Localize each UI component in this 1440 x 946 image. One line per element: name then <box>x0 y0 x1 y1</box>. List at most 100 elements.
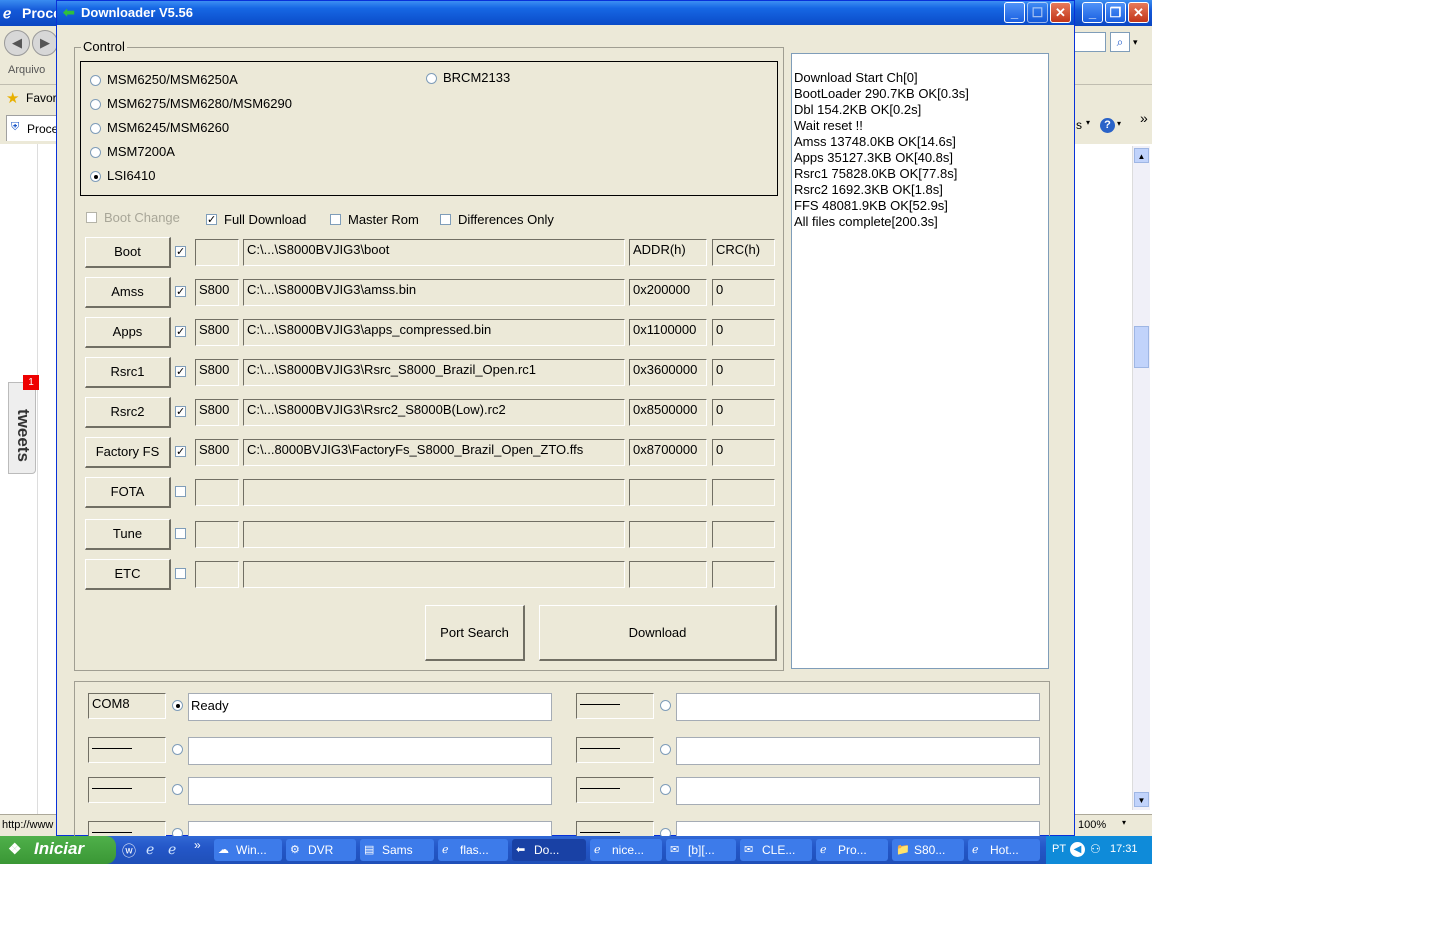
browser-minimize-button[interactable]: _ <box>1082 2 1103 23</box>
file-enable-checkbox[interactable]: ✓ <box>175 446 186 458</box>
file-addr-field[interactable]: 0x3600000 <box>629 359 707 386</box>
taskbar-button[interactable]: ℯ Hot... <box>968 839 1040 861</box>
file-path-field[interactable] <box>243 479 625 506</box>
file-prefix-field[interactable]: S800 <box>195 439 239 466</box>
port-name-field[interactable] <box>576 693 654 719</box>
file-button-rsrc2[interactable]: Rsrc2 <box>85 397 171 428</box>
file-addr-field[interactable]: 0x8700000 <box>629 439 707 466</box>
file-enable-checkbox[interactable]: ✓ <box>175 326 186 338</box>
download-button[interactable]: Download <box>539 605 777 661</box>
start-button[interactable]: ❖ Iniciar <box>0 836 116 864</box>
file-crc-field[interactable]: 0 <box>712 439 775 466</box>
file-button-rsrc1[interactable]: Rsrc1 <box>85 357 171 388</box>
downloader-titlebar[interactable]: ⬅ Downloader V5.56 _ ☐ ✕ <box>57 1 1074 25</box>
file-prefix-field[interactable]: S800 <box>195 359 239 386</box>
back-icon[interactable]: ◀ <box>4 30 30 56</box>
port-search-button[interactable]: Port Search <box>425 605 525 661</box>
file-button-fota[interactable]: FOTA <box>85 477 171 508</box>
scroll-up-icon[interactable]: ▲ <box>1134 148 1149 163</box>
tray-network-icon[interactable]: ⚇ <box>1090 842 1101 856</box>
taskbar-button[interactable]: ⬅ Do... <box>512 839 586 861</box>
toolbar-safety-label[interactable]: s <box>1076 118 1082 132</box>
file-crc-field[interactable]: 0 <box>712 319 775 346</box>
file-button-boot[interactable]: Boot <box>85 237 171 268</box>
zoom-level[interactable]: 100% <box>1078 819 1106 831</box>
port-radio[interactable] <box>660 784 671 795</box>
taskbar-button[interactable]: ⚙ DVR <box>286 839 356 861</box>
file-button-apps[interactable]: Apps <box>85 317 171 348</box>
port-name-field[interactable] <box>576 777 654 803</box>
browser-close-button[interactable]: ✕ <box>1128 2 1149 23</box>
taskbar-button[interactable]: ℯ Pro... <box>816 839 888 861</box>
file-crc-field[interactable]: 0 <box>712 359 775 386</box>
help-dropdown-icon[interactable]: ▾ <box>1117 119 1121 128</box>
file-crc-field[interactable] <box>712 561 775 588</box>
scroll-down-icon[interactable]: ▼ <box>1134 792 1149 807</box>
taskbar-button[interactable]: ☁ Win... <box>214 839 282 861</box>
file-path-field[interactable]: C:\...\S8000BVJIG3\Rsrc2_S8000B(Low).rc2 <box>243 399 625 426</box>
file-path-field[interactable] <box>243 521 625 548</box>
file-crc-field[interactable]: 0 <box>712 399 775 426</box>
port-radio[interactable] <box>660 700 671 711</box>
file-enable-checkbox[interactable] <box>175 568 186 579</box>
port-name-field[interactable] <box>88 737 166 763</box>
file-addr-field[interactable] <box>629 561 707 588</box>
file-enable-checkbox[interactable]: ✓ <box>175 366 186 378</box>
port-name-field[interactable] <box>576 737 654 763</box>
file-enable-checkbox[interactable]: ✓ <box>175 406 186 418</box>
file-prefix-field[interactable] <box>195 479 239 506</box>
chevron-more-icon[interactable]: » <box>1140 110 1148 126</box>
favorites-label[interactable]: Favori <box>26 91 59 105</box>
file-crc-field[interactable]: 0 <box>712 279 775 306</box>
file-prefix-field[interactable] <box>195 239 239 266</box>
chipset-radio[interactable] <box>90 99 101 110</box>
browser-scrollbar[interactable]: ▲ ▼ <box>1132 146 1150 810</box>
port-radio[interactable] <box>660 744 671 755</box>
file-addr-field[interactable]: 0x200000 <box>629 279 707 306</box>
port-radio[interactable] <box>172 784 183 795</box>
file-path-field[interactable]: C:\...8000BVJIG3\FactoryFs_S8000_Brazil_… <box>243 439 625 466</box>
language-indicator[interactable]: PT <box>1052 843 1066 855</box>
file-addr-field[interactable] <box>629 521 707 548</box>
file-addr-field[interactable] <box>629 479 707 506</box>
file-prefix-field[interactable] <box>195 521 239 548</box>
taskbar-button[interactable]: ℯ nice... <box>590 839 662 861</box>
downloader-close-button[interactable]: ✕ <box>1050 2 1071 23</box>
file-path-field[interactable] <box>243 561 625 588</box>
port-name-field[interactable] <box>88 777 166 803</box>
file-enable-checkbox[interactable] <box>175 486 186 497</box>
full-download-checkbox[interactable]: ✓ <box>206 214 217 226</box>
file-crc-field[interactable]: CRC(h) <box>712 239 775 266</box>
toolbar-dropdown-icon[interactable]: ▾ <box>1086 118 1090 127</box>
browser-restore-button[interactable]: ❐ <box>1105 2 1126 23</box>
wordpress-icon[interactable]: ⓦ <box>122 841 136 861</box>
file-enable-checkbox[interactable] <box>175 528 186 539</box>
taskbar-button[interactable]: 📁 S80... <box>892 839 964 861</box>
file-button-tune[interactable]: Tune <box>85 519 171 550</box>
file-addr-field[interactable]: ADDR(h) <box>629 239 707 266</box>
search-icon[interactable]: ⌕ <box>1110 32 1130 52</box>
file-path-field[interactable]: C:\...\S8000BVJIG3\Rsrc_S8000_Brazil_Ope… <box>243 359 625 386</box>
taskbar-button[interactable]: ▤ Sams <box>360 839 434 861</box>
file-button-factory-fs[interactable]: Factory FS <box>85 437 171 468</box>
search-dropdown-icon[interactable]: ▾ <box>1133 32 1145 52</box>
taskbar-button[interactable]: ✉ [b][... <box>666 839 736 861</box>
chipset-radio[interactable] <box>90 123 101 134</box>
port-name-field[interactable]: COM8 <box>88 693 166 719</box>
master-rom-checkbox[interactable] <box>330 214 341 225</box>
file-path-field[interactable]: C:\...\S8000BVJIG3\apps_compressed.bin <box>243 319 625 346</box>
differences-only-checkbox[interactable] <box>440 214 451 225</box>
address-bar[interactable] <box>1072 32 1106 52</box>
downloader-maximize-button[interactable]: ☐ <box>1027 2 1048 23</box>
file-enable-checkbox[interactable]: ✓ <box>175 246 186 258</box>
file-addr-field[interactable]: 0x1100000 <box>629 319 707 346</box>
help-icon[interactable]: ? <box>1100 118 1115 133</box>
file-prefix-field[interactable]: S800 <box>195 279 239 306</box>
boot-change-checkbox[interactable] <box>86 212 97 223</box>
port-radio[interactable] <box>172 700 183 711</box>
file-crc-field[interactable] <box>712 479 775 506</box>
zoom-dropdown-icon[interactable]: ▾ <box>1122 818 1126 827</box>
file-button-amss[interactable]: Amss <box>85 277 171 308</box>
file-button-etc[interactable]: ETC <box>85 559 171 590</box>
forward-icon[interactable]: ▶ <box>32 30 58 56</box>
